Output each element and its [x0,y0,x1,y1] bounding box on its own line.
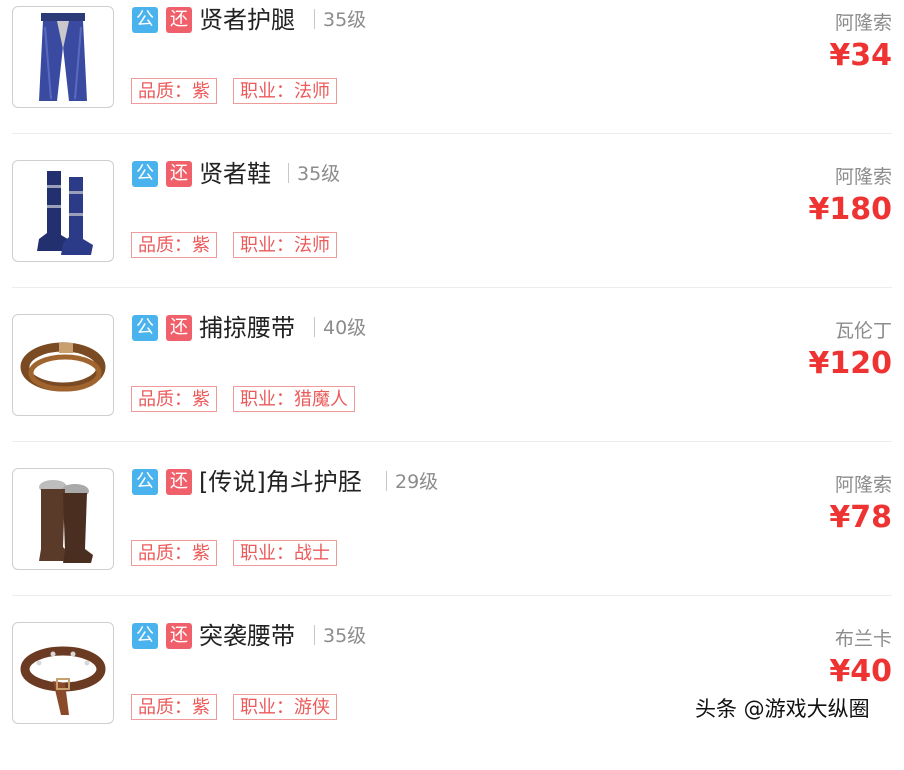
item-name: 贤者护腿 [199,6,295,34]
item-level-group: 40级 [314,313,366,343]
server-name: 瓦伦丁 [834,320,892,342]
quality-tag: 品质：紫 [131,540,217,566]
leggings-icon [12,6,114,108]
item-name: 突袭腰带 [199,622,295,650]
list-item[interactable]: 公 还 贤者鞋 35级 品质：紫 职业：法师 阿隆索 ¥180 [0,154,904,308]
job-tag: 职业：法师 [233,78,337,104]
list-item[interactable]: 公 还 贤者护腿 35级 品质：紫 职业：法师 阿隆索 ¥34 [0,0,904,154]
belt-icon [12,314,114,416]
server-name: 阿隆索 [834,474,892,496]
return-badge: 还 [166,161,192,187]
server-name: 布兰卡 [834,628,892,650]
quality-tag: 品质：紫 [131,232,217,258]
job-tag: 职业：猎魔人 [233,386,355,412]
return-badge: 还 [166,469,192,495]
list-item[interactable]: 公 还 [传说]角斗护胫 29级 品质：紫 职业：战士 阿隆索 ¥78 [0,462,904,616]
server-name: 阿隆索 [834,12,892,34]
watermark-text: 头条 @游戏大纵圈 [695,697,870,721]
separator [288,163,289,183]
server-name: 阿隆索 [834,166,892,188]
item-price: ¥180 [808,192,893,227]
item-level-group: 35级 [288,159,340,189]
item-name: [传说]角斗护胫 [199,468,362,496]
quality-tag: 品质：紫 [131,694,217,720]
separator [314,9,315,29]
item-level: 40级 [323,317,367,339]
job-tag: 职业：战士 [233,540,337,566]
item-level: 29级 [395,471,439,493]
divider [12,441,892,442]
studded-belt-icon [12,622,114,724]
item-name: 贤者鞋 [199,160,271,188]
boots-icon [12,160,114,262]
quality-tag: 品质：紫 [131,386,217,412]
item-price: ¥78 [829,500,892,535]
item-price: ¥40 [829,654,892,689]
separator [314,625,315,645]
item-level: 35级 [323,9,367,31]
return-badge: 还 [166,7,192,33]
fur-boots-icon [12,468,114,570]
item-level: 35级 [323,625,367,647]
item-name: 捕掠腰带 [199,314,295,342]
public-badge: 公 [132,315,158,341]
divider [12,595,892,596]
separator [386,471,387,491]
public-badge: 公 [132,469,158,495]
separator [314,317,315,337]
item-price: ¥34 [829,38,892,73]
list-item[interactable]: 公 还 捕掠腰带 40级 品质：紫 职业：猎魔人 瓦伦丁 ¥120 [0,308,904,462]
item-price: ¥120 [808,346,893,381]
public-badge: 公 [132,623,158,649]
quality-tag: 品质：紫 [131,78,217,104]
public-badge: 公 [132,7,158,33]
item-level-group: 29级 [386,467,438,497]
return-badge: 还 [166,315,192,341]
return-badge: 还 [166,623,192,649]
public-badge: 公 [132,161,158,187]
item-level: 35级 [297,163,341,185]
job-tag: 职业：法师 [233,232,337,258]
job-tag: 职业：游侠 [233,694,337,720]
item-level-group: 35级 [314,5,366,35]
item-level-group: 35级 [314,621,366,651]
divider [12,287,892,288]
divider [12,133,892,134]
